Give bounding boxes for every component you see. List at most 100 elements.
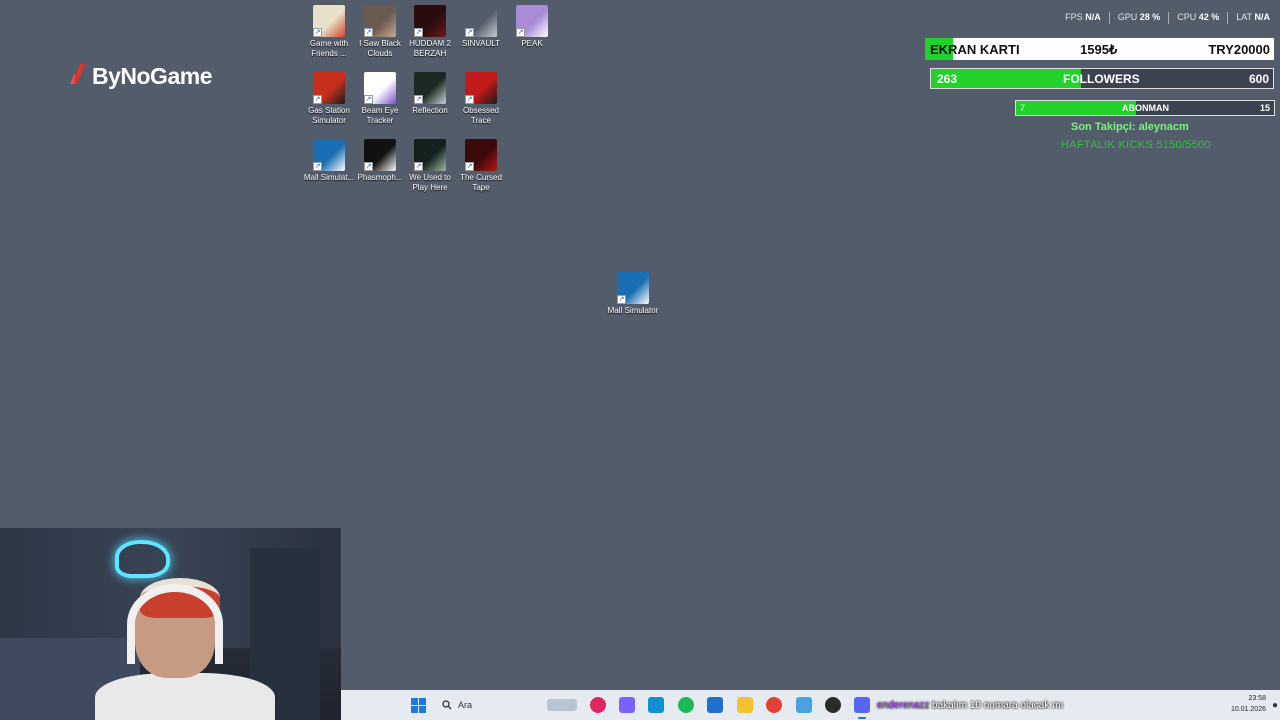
chat-overlay: enderenazz bakalım 10 numara olacak mı [877, 700, 1063, 711]
ekran-karti-goal-bar: EKRAN KARTI 1595₺ TRY20000 [925, 38, 1274, 60]
app-icon: ↗ [414, 139, 446, 171]
app-icon: ↗ [414, 72, 446, 104]
desktop-icon-label: Obsessed Trace [462, 106, 500, 125]
edge-taskbar-icon[interactable] [648, 697, 664, 713]
shortcut-arrow-icon: ↗ [364, 162, 373, 171]
app-icon: ↗ [364, 72, 396, 104]
desktop-icon-label: Reflection [412, 106, 448, 115]
followers-label: FOLLOWERS [1063, 72, 1140, 86]
system-clock[interactable]: 23:58 10.01.2026 [1231, 693, 1266, 715]
shortcut-arrow-icon: ↗ [516, 28, 525, 37]
abonman-progress-fill [1016, 101, 1137, 115]
stats-divider [1108, 12, 1110, 24]
shortcut-arrow-icon: ↗ [313, 28, 322, 37]
desktop-icon-label: PEAK [521, 39, 543, 48]
desktop-icon[interactable]: ↗ The Cursed Tape [455, 139, 507, 193]
streamer-shirt [95, 673, 275, 720]
ekran-karti-label: EKRAN KARTI [930, 42, 1020, 57]
desktop-icon[interactable]: ↗ SINVAULT [455, 5, 507, 49]
abonman-goal-bar: 7 ABONMAN 15 [1015, 100, 1275, 116]
start-button[interactable] [411, 698, 426, 713]
desktop-icon[interactable]: ↗ Obsessed Trace [455, 72, 507, 126]
webcam-feed [0, 528, 341, 720]
music-taskbar-icon[interactable] [590, 697, 606, 713]
desktop-icon-label: Beam Eye Tracker [361, 106, 399, 125]
cpu-stat: CPU 42 % [1177, 12, 1220, 22]
neon-light [115, 540, 170, 578]
notification-bell-icon[interactable]: ● [1272, 700, 1278, 711]
desktop-icon-label: I Saw Black Clouds [359, 39, 401, 58]
app-icon: ↗ [516, 5, 548, 37]
app-icon: ↗ [364, 139, 396, 171]
shortcut-arrow-icon: ↗ [313, 95, 322, 104]
desktop-icon[interactable]: ↗ Game with Friends ... [303, 5, 355, 59]
shortcut-arrow-icon: ↗ [313, 162, 322, 171]
search-highlight-image [547, 699, 577, 711]
obs-taskbar-icon[interactable] [825, 697, 841, 713]
logo-text: ByNoGame [92, 62, 212, 89]
shortcut-arrow-icon: ↗ [465, 28, 474, 37]
followers-goal-bar: 263 FOLLOWERS 600 [930, 68, 1274, 89]
last-follower-text: Son Takipçi: aleynacm [1071, 121, 1189, 133]
discord-taskbar-icon[interactable] [854, 697, 870, 713]
desktop-icon[interactable]: ↗ PEAK [506, 5, 558, 49]
desktop-icon-label: Mall Simulat... [303, 173, 355, 182]
shortcut-arrow-icon: ↗ [364, 95, 373, 104]
desktop-icon-label: We Used to Play Here [409, 173, 451, 192]
desktop-icon[interactable]: ↗ Reflection [404, 72, 456, 116]
abonman-target: 15 [1259, 103, 1270, 113]
desktop-icon[interactable]: ↗ Mall Simulator [607, 272, 659, 316]
bynogame-mark-icon [70, 64, 85, 84]
desktop-icon-label: Phasmoph... [357, 173, 403, 182]
taskbar-search[interactable]: Ara [436, 694, 581, 716]
gpu-stat: GPU 28 % [1117, 12, 1161, 22]
shortcut-arrow-icon: ↗ [617, 295, 626, 304]
app-icon: ↗ [414, 5, 446, 37]
desktop-icon[interactable]: ↗ I Saw Black Clouds [354, 5, 406, 59]
streamer-headphones [127, 584, 223, 664]
stats-divider [1168, 12, 1170, 24]
desktop-icon[interactable]: ↗ Phasmoph... [354, 139, 406, 183]
abonman-label: ABONMAN [1122, 103, 1169, 113]
chat-username: enderenazz [877, 700, 930, 711]
active-app-indicator [858, 717, 866, 719]
chrome-taskbar-icon[interactable] [766, 697, 782, 713]
desktop-icon[interactable]: ↗ Beam Eye Tracker [354, 72, 406, 126]
desktop-icon-label: Mall Simulator [607, 306, 659, 315]
chat-message: bakalım 10 numara olacak mı [932, 700, 1064, 711]
performance-stats: FPS N/A GPU 28 % CPU 42 % LAT N/A [1065, 12, 1270, 24]
desktop-icon[interactable]: ↗ Mall Simulat... [303, 139, 355, 183]
desktop-icon[interactable]: ↗ We Used to Play Here [404, 139, 456, 193]
stats-divider [1227, 12, 1229, 24]
copilot-taskbar-icon[interactable] [619, 697, 635, 713]
search-icon [442, 700, 452, 710]
desktop-icon[interactable]: ↗ HUDDAM 2 BERZAH [404, 5, 456, 59]
desktop-icon-label: HUDDAM 2 BERZAH [409, 39, 451, 58]
clock-date: 10.01.2026 [1230, 706, 1266, 713]
shortcut-arrow-icon: ↗ [364, 28, 373, 37]
weekly-kicks-text: HAFTALIK KICKS 5150/5500 [1061, 139, 1212, 151]
app-icon: ↗ [313, 139, 345, 171]
desktop-icon-label: Gas Station Simulator [308, 106, 350, 125]
search-placeholder: Ara [458, 700, 473, 710]
spotify-taskbar-icon[interactable] [678, 697, 694, 713]
app-icon: ↗ [465, 139, 497, 171]
taskbar: Ara enderenazz bakalım 10 numara olacak … [341, 690, 1280, 720]
app-icon: ↗ [617, 272, 649, 304]
followers-current: 263 [937, 72, 958, 86]
app-icon: ↗ [313, 72, 345, 104]
settings-taskbar-icon[interactable] [796, 697, 812, 713]
abonman-current: 7 [1020, 103, 1026, 113]
app-icon: ↗ [465, 72, 497, 104]
shortcut-arrow-icon: ↗ [414, 28, 423, 37]
followers-target: 600 [1248, 72, 1269, 86]
desktop-icon-label: The Cursed Tape [460, 173, 502, 192]
app-icon: ↗ [313, 5, 345, 37]
desktop-icon[interactable]: ↗ Gas Station Simulator [303, 72, 355, 126]
app-icon: ↗ [364, 5, 396, 37]
app-icon: ↗ [465, 5, 497, 37]
lat-stat: LAT N/A [1236, 12, 1270, 22]
explorer-taskbar-icon[interactable] [737, 697, 753, 713]
ekran-karti-current: 1595₺ [1080, 42, 1118, 57]
store-taskbar-icon[interactable] [707, 697, 723, 713]
